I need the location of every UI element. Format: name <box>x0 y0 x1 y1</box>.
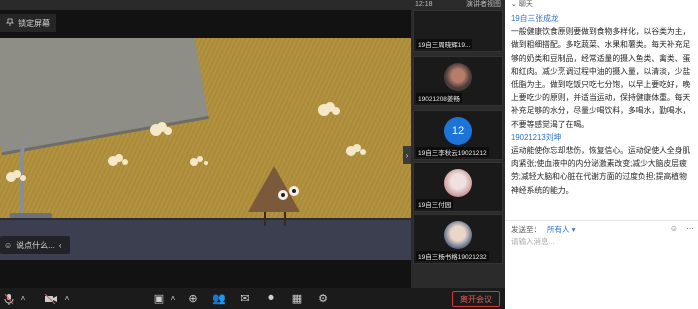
avatar: 12 <box>444 117 472 145</box>
leave-meeting-button[interactable]: 离开会议 <box>452 291 500 307</box>
emoji-icon[interactable]: ☺ <box>670 224 678 233</box>
participant-name: 19自三杨书格19021232 <box>416 251 489 261</box>
camera-off-icon[interactable] <box>42 288 60 309</box>
message-input[interactable] <box>511 237 686 246</box>
participants-icon[interactable]: 👥 <box>210 288 228 309</box>
collapse-panel-button[interactable]: › <box>403 146 411 164</box>
scene-lamp <box>20 128 46 218</box>
chat-icon[interactable]: ✉ <box>236 288 254 309</box>
avatar <box>444 169 472 197</box>
send-to-label: 发送至： <box>511 225 541 234</box>
mic-muted-icon[interactable] <box>2 288 16 309</box>
participant-list: 12:18 演讲者视图 19自三周晓辉19... 19021208姜畅 12 1… <box>411 0 505 288</box>
scene-cloud <box>318 104 330 116</box>
send-to-select[interactable]: 所有人 ▾ <box>547 224 575 235</box>
chat-message: 19自三张成龙 一般健康饮食原则要做到食物多样化，以谷类为主，做到粗细搭配。多吃… <box>511 12 694 131</box>
shared-screen: 锁定屏幕 ☺ 说点什么... ‹ › <box>0 0 411 288</box>
settings-gear-icon[interactable]: ⚙ <box>314 288 332 309</box>
more-icon[interactable]: ⋯ <box>686 224 694 233</box>
smile-icon: ☺ <box>4 240 13 250</box>
participant-name: 19自三李秋云19021212 <box>416 147 489 157</box>
speaker-view-button[interactable]: 演讲者视图 <box>466 0 501 9</box>
chat-composer: 发送至： 所有人 ▾ ☺ ⋯ <box>505 220 698 309</box>
lock-screen-label: 锁定屏幕 <box>18 18 50 28</box>
scene-cloud <box>150 124 162 136</box>
message-text: 一般健康饮食原则要做到食物多样化，以谷类为主，做到粗细搭配。多吃蔬菜、水果和薯类… <box>511 27 691 129</box>
chat-tools: ☺ ⋯ <box>670 224 694 233</box>
lock-screen-button[interactable]: 锁定屏幕 <box>0 14 56 32</box>
chat-panel: ⌄ 聊天 19自三张成龙 一般健康饮食原则要做到食物多样化，以谷类为主，做到粗细… <box>505 0 698 309</box>
avatar <box>444 221 472 249</box>
caption-placeholder: 说点什么... <box>16 240 55 250</box>
avatar <box>444 63 472 91</box>
chevron-up-icon[interactable]: ˄ <box>168 288 178 309</box>
chevron-down-icon[interactable]: ⌄ <box>511 0 517 8</box>
chat-title: ⌄ 聊天 <box>511 0 533 8</box>
invite-icon[interactable]: ⊕ <box>184 288 202 309</box>
participant-tile[interactable]: 12 19自三李秋云19021212 <box>413 110 503 160</box>
scene-cloud <box>190 158 198 166</box>
message-text: 运动能使你忘却悲伤，恢复信心。运动促使人全身肌肉紧张;使血液中的内分泌激素改变;… <box>511 146 691 195</box>
chevron-up-icon[interactable]: ˄ <box>16 288 30 309</box>
scene-cloud <box>108 156 118 166</box>
apps-icon[interactable]: ▦ <box>288 288 306 309</box>
send-to-row: 发送至： 所有人 ▾ <box>511 224 575 235</box>
chevron-up-icon[interactable]: ˄ <box>60 288 74 309</box>
chat-messages: 19自三张成龙 一般健康饮食原则要做到食物多样化，以谷类为主，做到粗细搭配。多吃… <box>511 12 694 212</box>
participant-tile[interactable]: 19021208姜畅 <box>413 56 503 106</box>
chat-message: 19021213刘坤 运动能使你忘却悲伤，恢复信心。运动促使人全身肌肉紧张;使血… <box>511 131 694 197</box>
participant-name: 19自三周晓辉19... <box>416 39 473 49</box>
meeting-toolbar: ˄ ˄ ▣ ˄ ⊕ 👥 ✉ ⏺ ▦ ⚙ <box>0 288 505 309</box>
share-screen-icon[interactable]: ▣ <box>150 288 168 309</box>
participant-tile[interactable]: 19自三付园 <box>413 162 503 212</box>
scene-cloud <box>6 172 16 182</box>
top-strip <box>0 0 411 10</box>
caption-bar[interactable]: ☺ 说点什么... ‹ <box>0 236 70 254</box>
participant-tile[interactable]: 19自三杨书格19021232 <box>413 214 503 264</box>
participant-name: 19自三付园 <box>416 199 454 209</box>
meeting-time: 12:18 <box>415 0 433 8</box>
chat-title-label: 聊天 <box>518 1 533 8</box>
scene-cloud <box>346 146 356 156</box>
window-bar: 12:18 演讲者视图 <box>411 0 505 9</box>
caret-down-icon: ▾ <box>571 225 576 234</box>
video-frame <box>0 38 411 260</box>
chevron-left-icon[interactable]: ‹ <box>59 241 62 250</box>
participant-tile[interactable]: 19自三周晓辉19... <box>413 10 503 52</box>
message-sender: 19021213刘坤 <box>511 132 562 142</box>
record-icon[interactable]: ⏺ <box>262 288 280 309</box>
pin-icon <box>6 18 14 28</box>
message-sender: 19自三张成龙 <box>511 14 559 23</box>
chevron-right-icon: › <box>405 150 409 160</box>
participant-name: 19021208姜畅 <box>416 93 462 103</box>
